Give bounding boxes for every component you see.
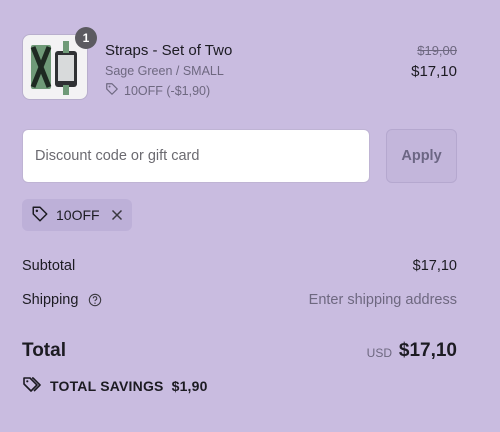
shipping-row: Shipping <box>22 292 102 308</box>
discount-code-input[interactable] <box>22 129 370 183</box>
total-value: $17,10 <box>398 340 457 361</box>
subtotal-value: $17,10 <box>412 258 457 274</box>
applied-discount-chip: 10OFF <box>22 199 132 231</box>
help-circle-icon[interactable] <box>88 293 102 307</box>
quantity-badge: 1 <box>75 27 97 49</box>
tags-icon <box>22 375 42 396</box>
applied-code-label: 10OFF <box>56 207 100 223</box>
total-savings: TOTAL SAVINGS $1,90 <box>22 375 208 396</box>
savings-label: TOTAL SAVINGS <box>50 377 164 394</box>
savings-value: $1,90 <box>171 377 208 394</box>
subtotal-label: Subtotal <box>22 258 76 274</box>
product-variant: Sage Green / SMALL <box>105 64 224 78</box>
shipping-value: Enter shipping address <box>308 292 457 308</box>
apply-button[interactable]: Apply <box>386 129 457 183</box>
original-price: $19,00 <box>417 43 457 58</box>
tag-icon <box>31 205 49 226</box>
total-label: Total <box>22 340 66 361</box>
shipping-label: Shipping <box>22 292 79 308</box>
tag-icon <box>105 82 119 99</box>
product-discount: 10OFF (-$1,90) <box>105 82 210 99</box>
product-discount-label: 10OFF (-$1,90) <box>124 83 211 98</box>
close-icon[interactable] <box>111 209 123 221</box>
product-title: Straps - Set of Two <box>105 42 233 59</box>
currency-code: USD <box>366 346 392 360</box>
current-price: $17,10 <box>411 63 457 80</box>
